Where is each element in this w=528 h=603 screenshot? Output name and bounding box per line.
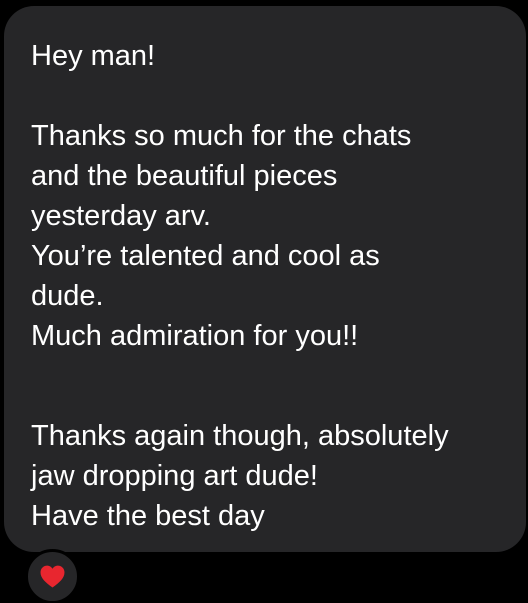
message-line: and the beautiful pieces [31, 160, 338, 192]
message-line: yesterday arv. [31, 200, 211, 232]
message-line: dude. [31, 280, 104, 312]
message-bubble[interactable]: Hey man! Thanks so much for the chats an… [4, 6, 526, 552]
message-line: Have the best day [31, 500, 265, 532]
message-line: Much admiration for you!! [31, 320, 359, 352]
message-line: jaw dropping art dude! [31, 460, 318, 492]
chat-screen: Hey man! Thanks so much for the chats an… [0, 0, 528, 603]
message-line: You’re talented and cool as [31, 240, 380, 272]
heart-reaction[interactable] [25, 549, 80, 603]
message-line: Hey man! [31, 40, 156, 72]
message-line: Thanks again though, absolutely [31, 420, 449, 452]
red-heart-icon [40, 565, 65, 588]
message-line: Thanks so much for the chats [31, 120, 412, 152]
